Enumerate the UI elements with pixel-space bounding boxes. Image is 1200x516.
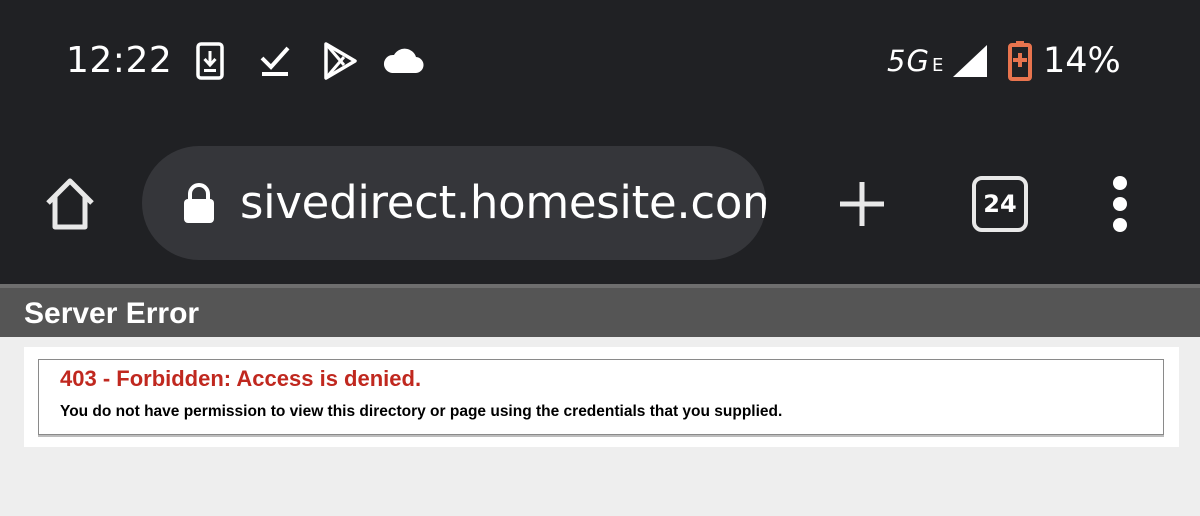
new-tab-button[interactable]	[832, 174, 892, 234]
download-icon	[194, 40, 226, 82]
browser-chrome: 12:22 5G E 14% sivedirect.homesite.com 2…	[0, 0, 1200, 284]
home-icon	[46, 178, 94, 230]
battery-saver-icon	[1006, 40, 1034, 82]
menu-dot-icon	[1113, 176, 1127, 190]
lock-icon	[182, 182, 216, 229]
address-bar[interactable]: sivedirect.homesite.com	[142, 146, 766, 260]
page-title: Server Error	[24, 297, 200, 330]
url-text: sivedirect.homesite.com	[240, 176, 766, 229]
check-download-icon	[256, 40, 294, 82]
error-fieldset: 403 - Forbidden: Access is denied. You d…	[38, 359, 1164, 435]
home-button[interactable]	[36, 172, 104, 236]
error-title: 403 - Forbidden: Access is denied.	[60, 366, 422, 391]
menu-dot-icon	[1113, 197, 1127, 211]
battery-percent: 14%	[1043, 41, 1121, 81]
cloud-icon	[380, 40, 426, 82]
signal-icon	[950, 40, 990, 82]
menu-dot-icon	[1113, 218, 1127, 232]
status-time: 12:22	[66, 40, 173, 81]
error-message: You do not have permission to view this …	[60, 403, 783, 420]
tab-switcher-button[interactable]: 24	[972, 176, 1028, 232]
error-content: 403 - Forbidden: Access is denied. You d…	[24, 347, 1179, 447]
tab-count: 24	[983, 190, 1017, 218]
plus-icon	[840, 182, 884, 226]
server-error-header: Server Error	[0, 284, 1200, 337]
network-type: 5G E	[887, 44, 944, 78]
play-store-icon	[320, 40, 360, 82]
overflow-menu-button[interactable]	[1100, 176, 1140, 232]
